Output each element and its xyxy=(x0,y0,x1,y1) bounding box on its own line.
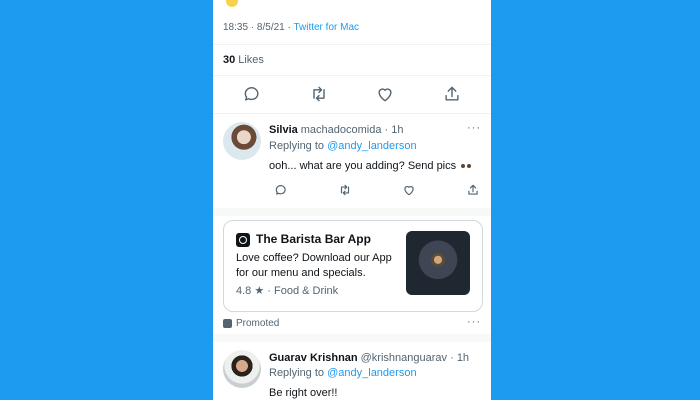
promoted-ad-card[interactable]: The Barista Bar App Love coffee? Downloa… xyxy=(223,220,483,312)
reply-text: ooh... what are you adding? Send pics xyxy=(269,160,472,172)
emoji-icon xyxy=(226,0,238,8)
replying-prefix: Replying to xyxy=(269,367,325,379)
tweet-timestamp: 18:35 · 8/5/21 · xyxy=(223,22,291,33)
replying-to: Replying to @andy_landerson xyxy=(269,140,417,152)
username[interactable]: @krishnanguarav xyxy=(361,352,447,364)
share-icon[interactable] xyxy=(442,84,462,104)
avatar[interactable] xyxy=(223,122,261,160)
retweet-icon[interactable] xyxy=(338,183,352,197)
promoted-label: Promoted xyxy=(223,318,279,329)
more-icon[interactable]: ··· xyxy=(467,316,481,328)
share-icon[interactable] xyxy=(466,183,480,197)
like-icon[interactable] xyxy=(402,183,416,197)
reply-tweet[interactable]: Guarav Krishnan @krishnanguarav · 1h Repl… xyxy=(213,342,491,400)
replying-handle-link[interactable]: @andy_landerson xyxy=(327,367,416,379)
eyes-emoji-icon xyxy=(467,164,472,169)
reply-icon[interactable] xyxy=(274,183,288,197)
tweet-detail-screen: 18:35 · 8/5/21 · Twitter for Mac 30 Likes… xyxy=(213,0,491,400)
ad-title: The Barista Bar App xyxy=(256,232,371,246)
tweet-action-bar xyxy=(213,82,491,106)
likes-count[interactable]: 30 Likes xyxy=(223,54,264,66)
ad-rating: 4.8 ★ · Food & Drink xyxy=(236,285,339,297)
app-logo-icon xyxy=(236,233,250,247)
display-name[interactable]: Guarav Krishnan xyxy=(269,352,358,364)
reply-time: · 1h xyxy=(384,124,404,136)
username[interactable]: machadocomida xyxy=(301,124,382,136)
tweet-meta: 18:35 · 8/5/21 · Twitter for Mac xyxy=(223,22,359,33)
like-icon[interactable] xyxy=(375,84,395,104)
more-icon[interactable]: ··· xyxy=(467,122,481,134)
replying-to: Replying to @andy_landerson xyxy=(269,367,417,379)
replying-handle-link[interactable]: @andy_landerson xyxy=(327,140,416,152)
retweet-icon[interactable] xyxy=(309,84,329,104)
ad-coffee-image xyxy=(406,231,470,295)
reply-time: · 1h xyxy=(450,352,470,364)
section-separator xyxy=(213,208,491,216)
promoted-icon xyxy=(223,318,232,328)
avatar[interactable] xyxy=(223,350,261,388)
divider xyxy=(213,75,491,76)
reply-text-content: ooh... what are you adding? Send pics xyxy=(269,160,457,172)
reply-author: Silvia machadocomida · 1h xyxy=(269,124,404,136)
likes-label: Likes xyxy=(238,54,264,66)
ad-description: Love coffee? Download our App for our me… xyxy=(236,252,392,279)
reply-icon[interactable] xyxy=(242,84,262,104)
replying-prefix: Replying to xyxy=(269,140,325,152)
divider xyxy=(213,44,491,45)
reply-author: Guarav Krishnan @krishnanguarav · 1h xyxy=(269,352,469,364)
promoted-text: Promoted xyxy=(236,318,280,329)
section-separator xyxy=(213,334,491,342)
tweet-text-partial xyxy=(223,0,238,9)
tweet-source-link[interactable]: Twitter for Mac xyxy=(293,22,359,33)
reply-tweet[interactable]: Silvia machadocomida · 1h ··· Replying to… xyxy=(213,114,491,208)
reply-text: Be right over!! xyxy=(269,387,338,399)
likes-number: 30 xyxy=(223,54,236,66)
eyes-emoji-icon xyxy=(461,164,466,169)
display-name[interactable]: Silvia xyxy=(269,124,298,136)
